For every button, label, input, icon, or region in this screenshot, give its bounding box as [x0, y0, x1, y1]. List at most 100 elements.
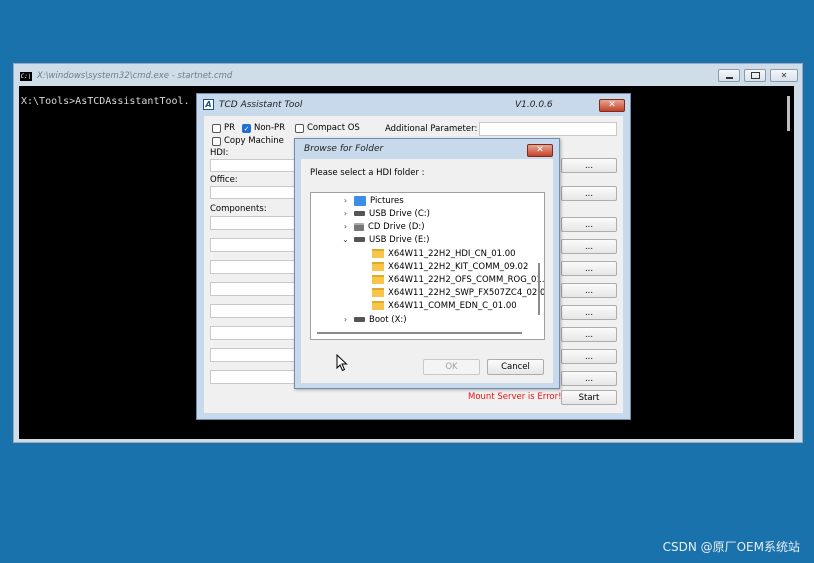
cmd-icon: C:\: [20, 71, 32, 81]
copy-machine-label: Copy Machine: [224, 136, 284, 146]
close-icon: ✕: [608, 100, 616, 110]
cancel-button[interactable]: Cancel: [487, 359, 544, 375]
maximize-icon: [750, 72, 760, 79]
chevron-right-icon[interactable]: ›: [341, 209, 350, 218]
tree-item[interactable]: X64W11_22H2_KIT_COMM_09.02: [372, 260, 528, 273]
component-field[interactable]: [210, 216, 300, 230]
tree-item[interactable]: › CD Drive (D:): [341, 220, 425, 233]
tcd-titlebar: A TCD Assistant Tool: [203, 99, 302, 110]
dialog-close-button[interactable]: ✕: [527, 144, 553, 157]
browse-for-folder-dialog: Browse for Folder ✕ Please select a HDI …: [294, 138, 560, 389]
non-pr-option[interactable]: ✓ Non-PR: [242, 123, 285, 133]
component-field[interactable]: [210, 370, 300, 384]
version-label: V1.0.0.6: [515, 100, 553, 110]
chevron-down-icon[interactable]: ⌄: [341, 235, 350, 244]
close-icon: ✕: [780, 71, 788, 80]
tree-item[interactable]: › Boot (X:): [341, 313, 407, 326]
drive-icon: [354, 317, 365, 322]
browse-component-button[interactable]: ...: [561, 261, 617, 276]
maximize-button[interactable]: [744, 69, 766, 82]
drive-icon: [354, 237, 365, 242]
minimize-button[interactable]: [718, 69, 740, 82]
office-label: Office:: [210, 175, 238, 185]
cmd-close-button[interactable]: ✕: [770, 69, 798, 82]
browse-hdi-button[interactable]: ...: [561, 158, 617, 173]
watermark: CSDN @原厂OEM系统站: [662, 540, 800, 554]
component-field[interactable]: [210, 348, 300, 362]
component-field[interactable]: [210, 282, 300, 296]
folder-icon: [372, 301, 384, 310]
tree-item-label: USB Drive (E:): [369, 234, 430, 245]
checkbox-icon[interactable]: [212, 136, 221, 146]
tree-item[interactable]: X64W11_22H2_SWP_FX507ZC4_02.01: [372, 286, 545, 299]
additional-parameter-label: Additional Parameter:: [385, 124, 478, 134]
pr-label: PR: [224, 123, 236, 133]
close-icon: ✕: [536, 145, 544, 155]
tree-item[interactable]: X64W11_COMM_EDN_C_01.00: [372, 299, 517, 312]
chevron-right-icon[interactable]: ›: [341, 196, 350, 205]
start-button[interactable]: Start: [561, 390, 617, 405]
component-field[interactable]: [210, 238, 300, 252]
mouse-cursor-icon: [336, 354, 348, 372]
browse-office-button[interactable]: ...: [561, 186, 617, 201]
component-field[interactable]: [210, 260, 300, 274]
browse-component-button[interactable]: ...: [561, 217, 617, 232]
console-scrollbar[interactable]: [787, 96, 790, 131]
non-pr-label: Non-PR: [254, 123, 286, 133]
tcd-title: TCD Assistant Tool: [219, 99, 303, 110]
cd-drive-icon: [354, 222, 364, 231]
chevron-right-icon[interactable]: ›: [341, 315, 350, 324]
folder-icon: [372, 275, 384, 284]
tree-item[interactable]: X64W11_22H2_HDI_CN_01.00: [372, 247, 516, 260]
hdi-path-field[interactable]: [210, 159, 300, 172]
browse-component-button[interactable]: ...: [561, 305, 617, 320]
compact-os-option[interactable]: Compact OS: [295, 123, 360, 133]
checkbox-icon[interactable]: [212, 123, 221, 133]
tree-item[interactable]: X64W11_22H2_OFS_COMM_ROG_01.0: [372, 273, 545, 286]
tree-item-label: USB Drive (C:): [369, 208, 430, 219]
office-path-field[interactable]: [210, 186, 300, 199]
app-logo-icon: A: [203, 99, 214, 110]
tree-item[interactable]: ⌄ USB Drive (E:): [341, 233, 429, 246]
mount-error-message: Mount Server is Error!: [468, 392, 562, 402]
browse-component-button[interactable]: ...: [561, 327, 617, 342]
folder-icon: [372, 262, 384, 271]
dialog-title: Browse for Folder: [304, 144, 384, 154]
pictures-icon: [354, 195, 366, 206]
tree-item[interactable]: › USB Drive (C:): [341, 207, 430, 220]
browse-component-button[interactable]: ...: [561, 239, 617, 254]
folder-icon: [372, 249, 384, 258]
additional-parameter-input[interactable]: [479, 122, 617, 136]
drive-icon: [354, 211, 365, 216]
checkbox-icon[interactable]: [295, 123, 304, 133]
tree-item-label: X64W11_22H2_KIT_COMM_09.02: [388, 261, 529, 272]
tree-item-label: X64W11_22H2_HDI_CN_01.00: [388, 248, 516, 259]
browse-component-button[interactable]: ...: [561, 349, 617, 364]
tree-item-label: X64W11_22H2_SWP_FX507ZC4_02.01: [388, 287, 545, 298]
components-label: Components:: [210, 204, 267, 214]
minimize-icon: [725, 76, 733, 79]
tree-item-label: CD Drive (D:): [368, 221, 425, 232]
dialog-prompt: Please select a HDI folder :: [310, 168, 425, 178]
folder-icon: [372, 288, 384, 297]
console-line: X:\Tools>AsTCDAssistantTool.: [21, 96, 190, 107]
ok-button[interactable]: OK: [423, 359, 480, 375]
folder-tree[interactable]: › Pictures › USB Drive (C:) › CD Drive (…: [310, 192, 545, 340]
component-field[interactable]: [210, 326, 300, 340]
tree-item-label: X64W11_22H2_OFS_COMM_ROG_01.0: [388, 274, 545, 285]
copy-machine-option[interactable]: Copy Machine: [212, 136, 284, 146]
component-field[interactable]: [210, 304, 300, 318]
compact-os-label: Compact OS: [307, 123, 360, 133]
chevron-right-icon[interactable]: ›: [341, 222, 350, 231]
tree-item[interactable]: › Pictures: [341, 194, 404, 207]
tree-item-label: X64W11_COMM_EDN_C_01.00: [388, 300, 517, 311]
browse-component-button[interactable]: ...: [561, 371, 617, 386]
tree-horizontal-scrollbar[interactable]: [317, 332, 522, 334]
dialog-client-area: Please select a HDI folder : › Pictures …: [301, 159, 553, 383]
checkbox-checked-icon[interactable]: ✓: [242, 123, 251, 133]
tree-vertical-scrollbar[interactable]: [538, 263, 540, 315]
pr-option[interactable]: PR: [212, 123, 235, 133]
browse-component-button[interactable]: ...: [561, 283, 617, 298]
tcd-close-button[interactable]: ✕: [599, 99, 625, 112]
cmd-titlebar: C:\ X:\windows\system32\cmd.exe - startn…: [20, 68, 712, 84]
